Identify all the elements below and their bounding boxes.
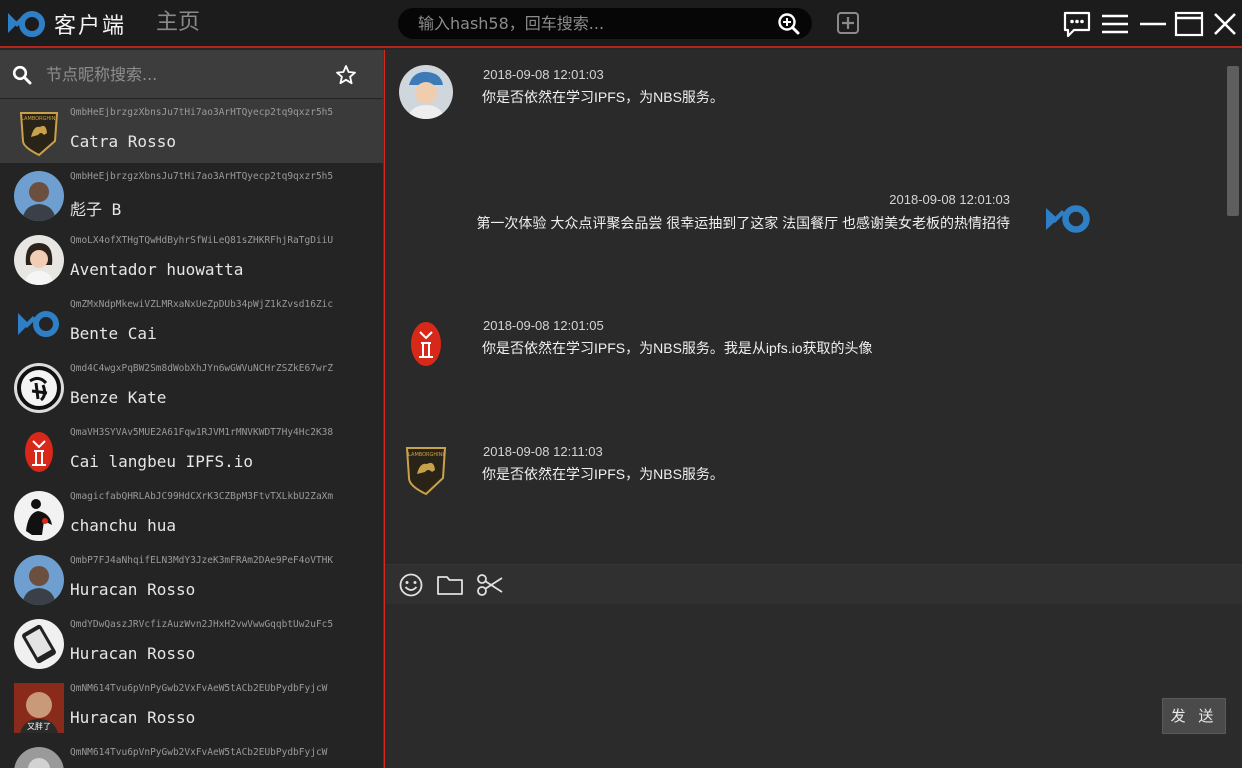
- contact-name: Benze Kate: [70, 388, 167, 407]
- contact-item[interactable]: Qmd4C4wgxPqBW2Sm8dWobXhJYn6wGWVuNCHrZSZk…: [0, 355, 383, 419]
- message-list: 2018-09-08 12:01:03 你是否依然在学习IPFS，为NBS服务。…: [385, 50, 1225, 565]
- contact-item[interactable]: QmbP7FJ4aNhqifELN3MdY3JzeK3mFRAm2DAe9PeF…: [0, 547, 383, 611]
- contact-item[interactable]: QmZMxNdpMkewiVZLMRxaNxUeZpDUb34pWjZ1kZvs…: [0, 291, 383, 355]
- user-photo-icon: [14, 747, 64, 768]
- svg-text:LAMBORGHINI: LAMBORGHINI: [21, 116, 57, 122]
- chat-panel: 2018-09-08 12:01:03 你是否依然在学习IPFS，为NBS服务。…: [385, 50, 1242, 768]
- lamborghini-logo-icon: LAMBORGHINI: [19, 112, 59, 157]
- calligraphy-seal-icon: [14, 363, 64, 413]
- message-timestamp: 2018-09-08 12:01:03: [483, 67, 604, 82]
- contact-hash: QmbP7FJ4aNhqifELN3MdY3JzeK3mFRAm2DAe9PeF…: [70, 555, 334, 566]
- message-text: 你是否依然在学习IPFS，为NBS服务。我是从ipfs.io获取的头像: [482, 340, 873, 356]
- contact-name: Bente Cai: [70, 324, 157, 343]
- contact-name: Aventador huowatta: [70, 260, 244, 279]
- menu-icon[interactable]: [1100, 10, 1130, 38]
- search-plus-icon[interactable]: [778, 13, 800, 35]
- scissors-icon[interactable]: [476, 572, 504, 598]
- contact-hash: QmNM614Tvu6pVnPyGwb2VxFvAeW5tACb2EUbPydb…: [70, 683, 328, 694]
- app-logo-icon: [18, 311, 59, 337]
- contact-hash: QmbHeEjbrzgzXbnsJu7tHi7ao3ArHTQyecp2tq9q…: [70, 171, 334, 182]
- contact-name: Catra Rosso: [70, 132, 176, 151]
- contact-search-input[interactable]: [46, 59, 316, 89]
- contact-item[interactable]: QmbHeEjbrzgzXbnsJu7tHi7ao3ArHTQyecp2tq9q…: [0, 163, 383, 227]
- smiley-icon[interactable]: [397, 572, 425, 598]
- contact-search-bar: [0, 50, 383, 98]
- hash-search-input[interactable]: [418, 8, 768, 39]
- contact-item[interactable]: QmoLX4ofXTHgTQwHdByhrSfWiLeQ81sZHKRFhjRa…: [0, 227, 383, 291]
- contact-hash: QmdYDwQaszJRVcfizAuzWvn2JHxH2vwVwwGqqbtU…: [70, 619, 334, 630]
- folder-icon[interactable]: [436, 572, 464, 598]
- message-text: 你是否依然在学习IPFS，为NBS服务。: [482, 466, 724, 482]
- user-photo-icon: [14, 555, 64, 605]
- message-item: 2018-09-08 12:01:05 你是否依然在学习IPFS，为NBS服务。…: [385, 302, 1225, 392]
- contact-list: LAMBORGHINI QmbHeEjbrzgzXbnsJu7tHi7ao3Ar…: [0, 99, 383, 768]
- app-logo-icon: [8, 11, 45, 37]
- app-logo-icon: [1046, 205, 1090, 233]
- avatar-caption: 又胖了: [27, 721, 51, 731]
- contact-name: Cai langbeu IPFS.io: [70, 452, 254, 471]
- contact-name: Huracan Rosso: [70, 644, 196, 663]
- message-timestamp: 2018-09-08 12:01:05: [483, 318, 604, 333]
- chat-bubble-icon[interactable]: [1062, 10, 1092, 38]
- minimize-icon[interactable]: [1138, 10, 1168, 38]
- user-photo-icon: [14, 235, 64, 285]
- message-input-area[interactable]: [385, 605, 1242, 768]
- lamborghini-logo-icon: LAMBORGHINI: [405, 447, 447, 496]
- user-photo-icon: 又胖了: [14, 683, 64, 733]
- contact-hash: QmoLX4ofXTHgTQwHdByhrSfWiLeQ81sZHKRFhjRa…: [70, 235, 334, 246]
- contact-item[interactable]: QmNM614Tvu6pVnPyGwb2VxFvAeW5tACb2EUbPydb…: [0, 739, 383, 768]
- svg-text:LAMBORGHINI: LAMBORGHINI: [408, 452, 444, 458]
- contact-item[interactable]: QmdYDwQaszJRVcfizAuzWvn2JHxH2vwVwwGqqbtU…: [0, 611, 383, 675]
- message-text: 你是否依然在学习IPFS，为NBS服务。: [482, 89, 724, 105]
- red-seal-icon: [399, 317, 453, 371]
- message-scrollbar[interactable]: [1227, 66, 1239, 216]
- message-item: 2018-09-08 12:01:03 你是否依然在学习IPFS，为NBS服务。: [385, 50, 1225, 140]
- app-title: 客户端: [54, 14, 127, 39]
- add-square-icon[interactable]: [836, 11, 860, 35]
- star-icon[interactable]: [335, 64, 357, 86]
- contact-item[interactable]: QmagicfabQHRLAbJC99HdCXrK3CZBpM3FtvTXLkb…: [0, 483, 383, 547]
- contact-name: chanchu hua: [70, 516, 176, 535]
- message-text: 第一次体验 大众点评聚会品尝 很幸运抽到了这家 法国餐厅 也感谢美女老板的热情招…: [476, 215, 1010, 231]
- contact-name: 彪子 B: [70, 200, 122, 219]
- hash-search-box: [398, 8, 812, 39]
- search-icon: [12, 65, 32, 85]
- contact-item[interactable]: LAMBORGHINI QmbHeEjbrzgzXbnsJu7tHi7ao3Ar…: [0, 99, 383, 163]
- contact-hash: QmagicfabQHRLAbJC99HdCXrK3CZBpM3FtvTXLkb…: [70, 491, 334, 502]
- maximize-icon[interactable]: [1174, 10, 1204, 38]
- title-bar: 客户端 主页 聊天: [0, 0, 1242, 768]
- red-seal-icon: [14, 427, 64, 477]
- user-photo-icon: [14, 171, 64, 221]
- contact-name: Huracan Rosso: [70, 580, 196, 599]
- app-window: 客户端 主页 聊天: [0, 0, 1242, 768]
- user-photo-icon: [399, 65, 453, 119]
- contact-hash: QmZMxNdpMkewiVZLMRxaNxUeZpDUb34pWjZ1kZvs…: [70, 299, 334, 310]
- contact-item[interactable]: 又胖了 QmNM614Tvu6pVnPyGwb2VxFvAeW5tACb2EUb…: [0, 675, 383, 739]
- contact-name: Huracan Rosso: [70, 708, 196, 727]
- contact-item[interactable]: QmaVH3SYVAv5MUE2A61Fqw1RJVM1rMNVKWDT7Hy4…: [0, 419, 383, 483]
- send-button[interactable]: 发 送: [1162, 698, 1226, 734]
- ink-figure-icon: [14, 491, 64, 541]
- tab-home[interactable]: 主页: [140, 0, 216, 46]
- contact-hash: QmbHeEjbrzgzXbnsJu7tHi7ao3ArHTQyecp2tq9q…: [70, 107, 334, 118]
- message-item: LAMBORGHINI 2018-09-08 12:11:03 你是否依然在学习…: [385, 428, 1225, 518]
- composer-toolbar: [385, 564, 1242, 604]
- message-timestamp: 2018-09-08 12:11:03: [483, 444, 603, 459]
- close-icon[interactable]: [1210, 10, 1240, 38]
- phone-sketch-icon: [14, 619, 64, 669]
- contact-hash: Qmd4C4wgxPqBW2Sm8dWobXhJYn6wGWVuNCHrZSZk…: [70, 363, 334, 374]
- contact-hash: QmNM614Tvu6pVnPyGwb2VxFvAeW5tACb2EUbPydb…: [70, 747, 328, 758]
- contact-sidebar: LAMBORGHINI QmbHeEjbrzgzXbnsJu7tHi7ao3Ar…: [0, 50, 384, 768]
- contact-hash: QmaVH3SYVAv5MUE2A61Fqw1RJVM1rMNVKWDT7Hy4…: [70, 427, 334, 438]
- message-item: 2018-09-08 12:01:03 第一次体验 大众点评聚会品尝 很幸运抽到…: [385, 180, 1225, 270]
- message-timestamp: 2018-09-08 12:01:03: [889, 192, 1010, 207]
